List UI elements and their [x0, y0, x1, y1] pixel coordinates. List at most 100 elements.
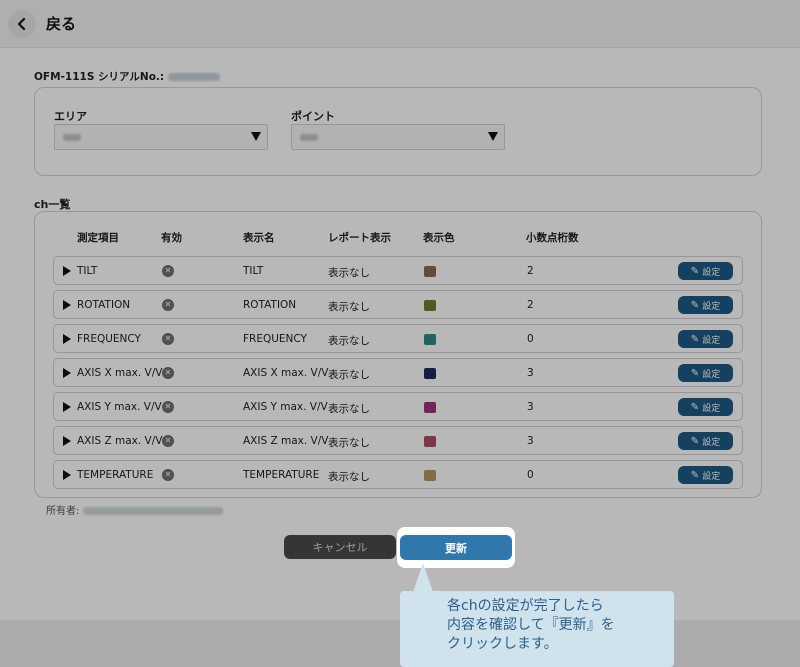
channel-item: FREQUENCY — [77, 333, 141, 345]
callout-line-1: 各chの設定が完了したら — [447, 598, 604, 614]
channel-report: 表示なし — [328, 267, 370, 279]
channel-item: AXIS X max. V/V — [77, 367, 163, 379]
settings-button[interactable]: ✎ 設定 — [678, 432, 733, 450]
channel-row[interactable]: ROTATION ✕ ROTATION 表示なし 2 ✎ 設定 — [53, 290, 743, 319]
settings-button[interactable]: ✎ 設定 — [678, 364, 733, 382]
channel-report: 表示なし — [328, 403, 370, 415]
edit-icon: ✎ — [690, 265, 700, 277]
top-bar: 戻る — [0, 0, 800, 48]
channel-row[interactable]: TILT ✕ TILT 表示なし 2 ✎ 設定 — [53, 256, 743, 285]
column-header-color: 表示色 — [423, 232, 455, 244]
edit-icon: ✎ — [690, 469, 700, 481]
point-select-value-redacted — [300, 134, 318, 141]
disabled-x-icon: ✕ — [162, 401, 174, 413]
channel-report: 表示なし — [328, 369, 370, 381]
column-header-display-name: 表示名 — [243, 232, 275, 244]
color-swatch — [424, 402, 436, 413]
color-swatch — [424, 436, 436, 447]
serial-number: OFM-111S シリアルNo.: — [34, 69, 221, 84]
channel-display-name: TEMPERATURE — [243, 469, 320, 481]
channel-display-name: AXIS Y max. V/V — [243, 401, 328, 413]
channel-decimals: 3 — [527, 401, 534, 413]
disabled-x-icon: ✕ — [162, 333, 174, 345]
color-swatch — [424, 368, 436, 379]
owner-email-redacted — [83, 507, 224, 515]
expand-triangle-icon[interactable] — [63, 368, 71, 378]
channel-report: 表示なし — [328, 437, 370, 449]
settings-button[interactable]: ✎ 設定 — [678, 398, 733, 416]
channel-display-name: TILT — [243, 265, 264, 277]
callout-line-2: 内容を確認して『更新』を — [447, 617, 615, 633]
settings-button-label: 設定 — [702, 437, 721, 448]
channel-report: 表示なし — [328, 471, 370, 483]
column-header-item: 測定項目 — [77, 232, 119, 244]
channel-decimals: 2 — [527, 299, 534, 311]
settings-button[interactable]: ✎ 設定 — [678, 466, 733, 484]
disabled-x-icon: ✕ — [162, 265, 174, 277]
tutorial-callout: 各chの設定が完了したら 内容を確認して『更新』を クリックします。 — [400, 591, 674, 667]
settings-button-label: 設定 — [702, 369, 721, 380]
channel-display-name: AXIS X max. V/V — [243, 367, 329, 379]
update-button[interactable]: 更新 — [400, 535, 512, 560]
disabled-x-icon: ✕ — [162, 367, 174, 379]
expand-triangle-icon[interactable] — [63, 334, 71, 344]
color-swatch — [424, 470, 436, 481]
settings-button-label: 設定 — [702, 335, 721, 346]
disabled-x-icon: ✕ — [162, 435, 174, 447]
channel-decimals: 3 — [527, 435, 534, 447]
channel-decimals: 0 — [527, 333, 534, 345]
area-select[interactable] — [54, 124, 268, 150]
caret-down-icon — [251, 132, 261, 141]
channel-item: TEMPERATURE — [77, 469, 154, 481]
channel-report: 表示なし — [328, 301, 370, 313]
expand-triangle-icon[interactable] — [63, 300, 71, 310]
channel-item: AXIS Z max. V/V — [77, 435, 163, 447]
callout-pointer — [413, 563, 433, 592]
cancel-button[interactable]: キャンセル — [284, 535, 396, 559]
serial-value-redacted — [168, 73, 221, 81]
disabled-x-icon: ✕ — [162, 299, 174, 311]
settings-button-label: 設定 — [702, 267, 721, 278]
channel-row[interactable]: AXIS X max. V/V ✕ AXIS X max. V/V 表示なし 3 ✎ 設定 — [53, 358, 743, 387]
channel-row[interactable]: AXIS Y max. V/V ✕ AXIS Y max. V/V 表示なし 3 ✎ 設定 — [53, 392, 743, 421]
expand-triangle-icon[interactable] — [63, 470, 71, 480]
column-header-report: レポート表示 — [328, 232, 391, 244]
channel-item: AXIS Y max. V/V — [77, 401, 162, 413]
column-header-decimals: 小数点桁数 — [526, 232, 579, 244]
column-header-enabled: 有効 — [161, 232, 182, 244]
channel-display-name: ROTATION — [243, 299, 297, 311]
edit-icon: ✎ — [690, 299, 700, 311]
point-label: ポイント — [291, 110, 335, 123]
disabled-x-icon: ✕ — [162, 469, 174, 481]
channel-report: 表示なし — [328, 335, 370, 347]
channel-list-title: ch一覧 — [34, 198, 71, 211]
expand-triangle-icon[interactable] — [63, 402, 71, 412]
channel-item: TILT — [77, 265, 98, 277]
expand-triangle-icon[interactable] — [63, 436, 71, 446]
color-swatch — [424, 266, 436, 277]
settings-button[interactable]: ✎ 設定 — [678, 296, 733, 314]
settings-button[interactable]: ✎ 設定 — [678, 330, 733, 348]
chevron-left-icon — [17, 17, 26, 30]
point-select[interactable] — [291, 124, 505, 150]
edit-icon: ✎ — [690, 435, 700, 447]
channel-row[interactable]: TEMPERATURE ✕ TEMPERATURE 表示なし 0 ✎ 設定 — [53, 460, 743, 489]
area-select-value-redacted — [63, 134, 81, 141]
caret-down-icon — [488, 132, 498, 141]
channel-decimals: 3 — [527, 367, 534, 379]
back-button[interactable] — [8, 9, 36, 38]
settings-button[interactable]: ✎ 設定 — [678, 262, 733, 280]
color-swatch — [424, 334, 436, 345]
owner-label: 所有者: — [46, 506, 80, 517]
channel-row[interactable]: FREQUENCY ✕ FREQUENCY 表示なし 0 ✎ 設定 — [53, 324, 743, 353]
update-button-highlight: 更新 — [397, 527, 515, 568]
back-label[interactable]: 戻る — [46, 13, 76, 34]
channel-item: ROTATION — [77, 299, 131, 311]
color-swatch — [424, 300, 436, 311]
channel-row[interactable]: AXIS Z max. V/V ✕ AXIS Z max. V/V 表示なし 3 ✎ 設定 — [53, 426, 743, 455]
owner-info: 所有者: — [46, 502, 224, 517]
channel-display-name: AXIS Z max. V/V — [243, 435, 329, 447]
callout-line-3: クリックします。 — [447, 636, 558, 652]
expand-triangle-icon[interactable] — [63, 266, 71, 276]
serial-label: OFM-111S シリアルNo.: — [34, 71, 165, 83]
